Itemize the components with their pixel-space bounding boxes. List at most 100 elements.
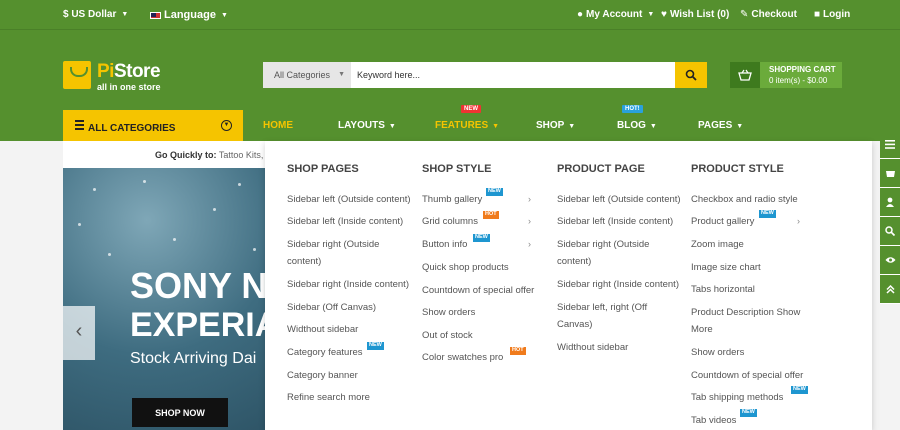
prev-slide-button[interactable]: ‹ <box>63 306 95 360</box>
mega-item[interactable]: Sidebar right (Outside <box>287 236 379 254</box>
logo-bag-icon[interactable] <box>63 61 91 89</box>
mega-item[interactable]: Refine search more <box>287 389 370 407</box>
language-dropdown[interactable]: Language ▼ <box>150 9 228 21</box>
snow-flake <box>93 188 96 191</box>
new-badge: NEW <box>759 210 776 218</box>
mega-item[interactable]: Canvas) <box>557 316 592 334</box>
mega-item[interactable]: Sidebar right (Inside content) <box>557 276 697 294</box>
nav-blog-badge: HOT! <box>622 105 643 113</box>
chevron-right-icon: › <box>528 216 531 226</box>
mega-item[interactable]: Tabs horizontal <box>691 281 755 299</box>
wishlist-link[interactable]: ♥ Wish List (0) <box>661 9 729 20</box>
hero-banner[interactable]: SONY N EXPERIA Stock Arriving Dai SHOP N… <box>63 168 273 430</box>
mega-item[interactable]: Countdown of special offer <box>422 282 552 300</box>
chevron-double-up-icon <box>885 284 895 294</box>
mega-item[interactable]: content) <box>557 253 591 271</box>
lock-icon: ■ <box>814 9 821 20</box>
mega-item[interactable]: Sidebar left (Outside content) <box>287 191 427 209</box>
my-account-label: My Account <box>586 9 643 20</box>
chevron-down-icon: ▼ <box>490 123 500 130</box>
mega-item[interactable]: Sidebar left (Inside content) <box>287 213 403 231</box>
mega-item[interactable]: Product Description Show <box>691 304 821 322</box>
mega-item[interactable]: Sidebar right (Outside <box>557 236 649 254</box>
nav-blog-label: BLOG <box>617 120 646 131</box>
snow-flake <box>253 248 256 251</box>
nav-features[interactable]: FEATURES ▼ <box>435 120 499 131</box>
mega-item[interactable]: Widthout sidebar <box>557 339 628 357</box>
mega-item[interactable]: Sidebar right (Inside content) <box>287 276 427 294</box>
new-badge: NEW <box>791 386 808 394</box>
shop-now-button[interactable]: SHOP NOW <box>132 398 228 427</box>
nav-shop[interactable]: SHOP ▼ <box>536 120 575 131</box>
rail-menu-button[interactable] <box>880 130 900 159</box>
all-categories-button[interactable]: ALL CATEGORIES ▼ <box>63 110 243 141</box>
mega-item[interactable]: Quick shop products <box>422 259 552 277</box>
user-icon: ● <box>577 9 584 20</box>
chevron-down-icon: ▼ <box>121 11 129 18</box>
new-badge: NEW <box>486 188 503 196</box>
all-categories-label: ALL CATEGORIES <box>88 123 176 134</box>
mega-item[interactable]: Countdown of special offer <box>691 367 821 385</box>
snow-flake <box>173 238 176 241</box>
mega-item[interactable]: Thumb gallery › <box>422 191 542 209</box>
mega-item[interactable]: Show orders <box>422 304 475 322</box>
snow-flake <box>78 223 81 226</box>
chevron-right-icon: › <box>528 239 531 249</box>
nav-features-badge: NEW <box>461 105 481 113</box>
chevron-down-circle-icon: ▼ <box>221 120 232 131</box>
shopping-cart-button[interactable]: SHOPPING CART 0 item(s) - $0.00 <box>730 62 842 88</box>
mega-item[interactable]: Show orders <box>691 344 744 362</box>
chevron-left-icon: ‹ <box>75 320 83 342</box>
mega-item-label: Grid columns <box>422 216 478 227</box>
mega-item[interactable]: Image size chart <box>691 259 761 277</box>
mega-item[interactable]: Out of stock <box>422 327 473 345</box>
mega-item[interactable]: Sidebar left, right (Off <box>557 299 647 317</box>
rail-search-button[interactable] <box>880 217 900 246</box>
mega-item[interactable]: Zoom image <box>691 236 744 254</box>
main-nav: ALL CATEGORIES ▼ HOME LAYOUTS ▼ FEATURES… <box>0 105 900 141</box>
mega-item[interactable]: Tab videos <box>691 412 736 430</box>
search-category-select[interactable]: All Categories ▼ <box>263 62 351 88</box>
nav-layouts[interactable]: LAYOUTS ▼ <box>338 120 396 131</box>
rail-cart-button[interactable] <box>880 159 900 188</box>
mega-item[interactable]: Color swatches pro <box>422 349 503 367</box>
mega-item[interactable]: Grid columns › <box>422 213 542 231</box>
mega-item[interactable]: Checkbox and radio style <box>691 191 821 209</box>
chevron-down-icon: ▼ <box>566 123 576 130</box>
quick-link[interactable]: Tattoo Kits, <box>219 150 264 160</box>
mega-item[interactable]: Sidebar left (Outside content) <box>557 191 697 209</box>
logo-store: Store <box>113 61 161 82</box>
snow-flake <box>143 180 146 183</box>
login-link[interactable]: ■ Login <box>814 9 850 20</box>
checkout-link[interactable]: ✎ Checkout <box>740 9 797 20</box>
mega-item[interactable]: Sidebar left (Inside content) <box>557 213 697 231</box>
banner-subheading: Stock Arriving Dai <box>130 350 257 367</box>
nav-layouts-label: LAYOUTS <box>338 120 385 131</box>
search-icon <box>885 226 895 236</box>
new-badge: NEW <box>740 409 757 417</box>
rail-view-button[interactable] <box>880 246 900 275</box>
nav-blog[interactable]: BLOG ▼ <box>617 120 657 131</box>
chevron-down-icon: ▼ <box>734 123 744 130</box>
mega-item[interactable]: Sidebar (Off Canvas) <box>287 299 376 317</box>
mega-item[interactable]: Category banner <box>287 367 358 385</box>
rail-top-button[interactable] <box>880 275 900 304</box>
mega-item[interactable]: content) <box>287 253 321 271</box>
nav-pages[interactable]: PAGES ▼ <box>698 120 743 131</box>
chevron-down-icon: ▼ <box>386 123 396 130</box>
banner-heading-1: SONY N <box>130 265 268 306</box>
search-button[interactable] <box>675 62 707 88</box>
logo-text[interactable]: PiStore <box>97 61 161 83</box>
chevron-down-icon: ▼ <box>338 71 345 78</box>
mega-item[interactable]: Category features <box>287 344 363 362</box>
search-input[interactable] <box>357 62 667 88</box>
currency-dropdown[interactable]: $ US Dollar ▼ <box>63 9 128 20</box>
mega-item[interactable]: More <box>691 321 713 339</box>
rail-account-button[interactable] <box>880 188 900 217</box>
my-account-link[interactable]: ● My Account ▼ <box>577 9 654 20</box>
nav-home[interactable]: HOME <box>263 120 293 131</box>
mega-item[interactable]: Product gallery › <box>691 213 811 231</box>
heart-icon: ♥ <box>661 9 667 20</box>
logo-tagline: all in one store <box>97 82 161 92</box>
mega-item[interactable]: Widthout sidebar <box>287 321 358 339</box>
